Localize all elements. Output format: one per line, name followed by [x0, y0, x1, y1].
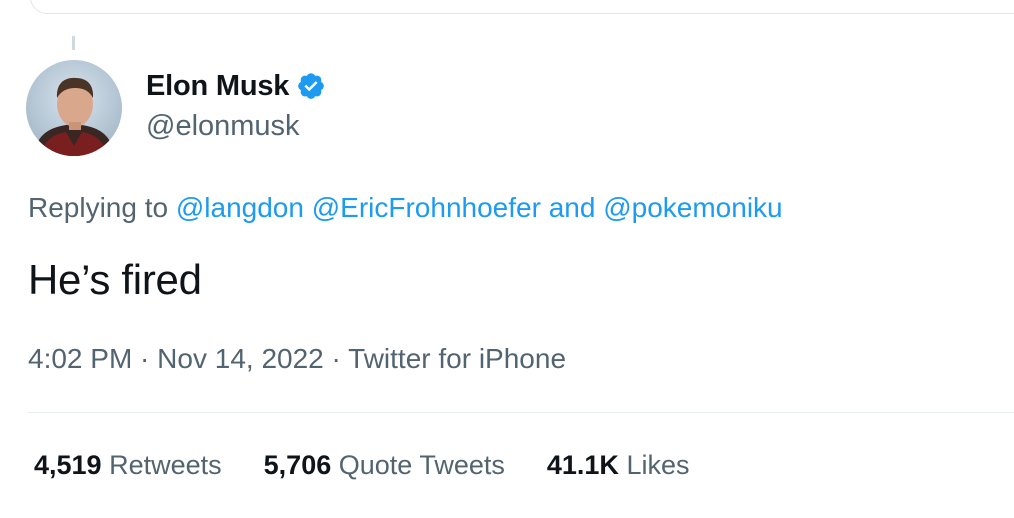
verified-badge-icon — [296, 71, 326, 101]
thread-connector-line — [72, 36, 75, 50]
retweets-count: 4,519 — [34, 450, 102, 480]
display-name[interactable]: Elon Musk — [146, 70, 289, 103]
tweet-source-link[interactable]: Twitter for iPhone — [348, 343, 566, 374]
tweet-time-link[interactable]: 4:02 PM — [28, 343, 132, 374]
meta-separator: · — [132, 343, 158, 374]
mention-link-pokemoniku[interactable]: @pokemoniku — [603, 192, 782, 223]
tweet-metadata: 4:02 PM · Nov 14, 2022 · Twitter for iPh… — [28, 343, 566, 375]
likes-count: 41.1K — [546, 450, 619, 480]
retweets-label: Retweets — [109, 450, 222, 480]
replying-to-prefix: Replying to — [28, 192, 176, 223]
tweet-detail: Elon Musk @elonmusk Replying to @langdon… — [0, 0, 1014, 518]
meta-separator: · — [323, 343, 349, 374]
replying-to-line: Replying to @langdon @EricFrohnhoefer an… — [28, 192, 783, 224]
avatar[interactable] — [26, 60, 122, 156]
likes-stat[interactable]: 41.1K Likes — [547, 450, 690, 481]
display-name-row: Elon Musk — [146, 66, 326, 106]
tweet-text: He’s fired — [28, 256, 202, 303]
quote-tweets-stat[interactable]: 5,706 Quote Tweets — [264, 450, 505, 481]
retweets-stat[interactable]: 4,519 Retweets — [34, 450, 222, 481]
likes-label: Likes — [626, 450, 690, 480]
author-block: Elon Musk @elonmusk — [146, 66, 326, 143]
mention-link-ericfrohnhoefer[interactable]: @EricFrohnhoefer — [312, 192, 541, 223]
parent-tweet-card[interactable] — [30, 0, 1014, 14]
user-handle[interactable]: @elonmusk — [146, 110, 326, 143]
mention-link-langdon[interactable]: @langdon — [176, 192, 304, 223]
avatar-image — [26, 60, 122, 156]
quote-tweets-label: Quote Tweets — [338, 450, 505, 480]
quote-tweets-count: 5,706 — [263, 450, 332, 480]
engagement-stats: 4,519 Retweets 5,706 Quote Tweets 41.1K … — [34, 450, 731, 481]
tweet-date-link[interactable]: Nov 14, 2022 — [157, 343, 324, 374]
divider — [28, 412, 1014, 413]
mention-separator — [304, 192, 312, 223]
mention-conjunction[interactable]: and — [541, 192, 603, 223]
